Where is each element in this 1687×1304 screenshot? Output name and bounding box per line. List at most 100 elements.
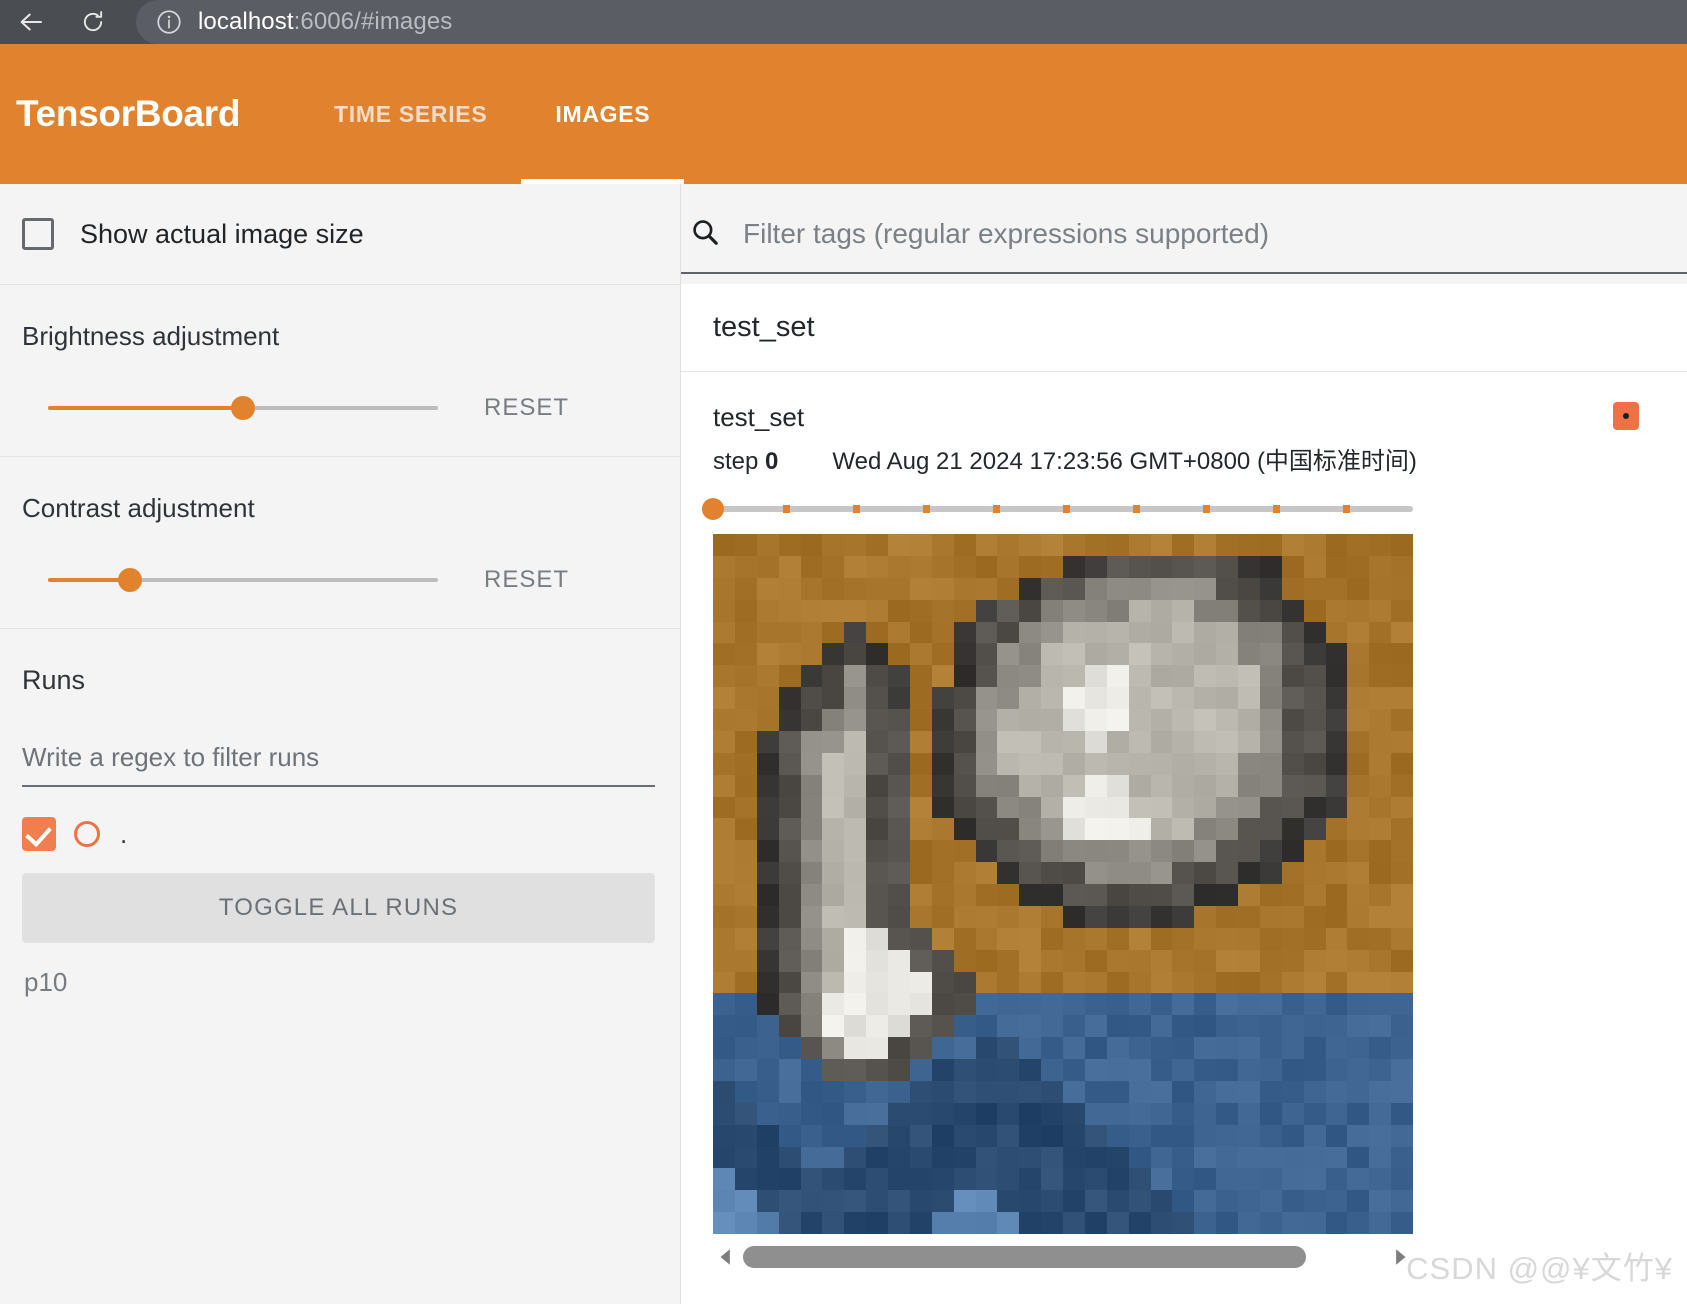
image-pixel — [1084, 905, 1107, 928]
image-viewport[interactable] — [713, 534, 1413, 1234]
image-pixel — [1194, 555, 1217, 578]
image-pixel — [1106, 1037, 1129, 1059]
image-pixel — [1063, 1124, 1085, 1147]
image-pixel — [1281, 971, 1304, 994]
tag-group-name[interactable]: test_set — [681, 284, 1687, 372]
runs-filter-input[interactable] — [22, 742, 655, 787]
image-pixel — [1106, 927, 1129, 950]
image-pixel — [1150, 1146, 1173, 1169]
image-pixel — [1128, 1037, 1151, 1059]
image-pixel — [888, 1080, 910, 1103]
run-checkbox[interactable] — [22, 817, 56, 851]
image-pixel — [975, 1080, 998, 1103]
contrast-slider[interactable] — [48, 567, 438, 593]
image-pixel — [1216, 1190, 1238, 1213]
step-slider-tick — [1063, 505, 1070, 513]
image-pixel — [756, 1168, 779, 1191]
image-pixel — [1238, 993, 1260, 1016]
image-pixel — [931, 730, 954, 753]
image-pixel — [866, 1168, 888, 1191]
app-title: TensorBoard — [16, 93, 241, 134]
image-pixel — [1172, 1037, 1195, 1059]
step-slider-thumb[interactable] — [702, 498, 724, 520]
image-pixel — [975, 555, 998, 578]
image-pixel — [866, 971, 888, 994]
image-pixel — [734, 1080, 757, 1103]
image-pixel — [822, 840, 845, 863]
image-pixel — [778, 1124, 801, 1147]
image-pixel — [713, 1146, 735, 1169]
image-pixel — [1325, 1059, 1348, 1081]
browser-reload-button[interactable] — [62, 0, 124, 44]
image-pixel — [1128, 1102, 1151, 1125]
brightness-slider-thumb[interactable] — [231, 396, 255, 420]
browser-back-button[interactable] — [0, 0, 62, 44]
image-pixel — [1259, 774, 1282, 797]
image-pixel — [822, 993, 845, 1016]
image-pixel — [844, 884, 867, 906]
image-pixel — [734, 905, 757, 928]
image-pixel — [1369, 884, 1392, 906]
browser-address-bar[interactable]: localhost:6006/#images — [136, 0, 1687, 44]
image-pixel — [1106, 665, 1129, 688]
image-pixel — [1303, 905, 1326, 928]
show-actual-image-size-toggle[interactable]: Show actual image size — [0, 184, 680, 284]
image-pixel — [997, 905, 1020, 928]
image-pixel — [1303, 1124, 1326, 1147]
image-pixel — [713, 949, 735, 972]
image-pixel — [713, 1015, 735, 1038]
image-pixel — [734, 709, 757, 731]
image-pixel — [866, 621, 888, 644]
image-pixel — [997, 1190, 1020, 1213]
image-pixel — [931, 927, 954, 950]
contrast-reset-button[interactable]: RESET — [484, 566, 569, 594]
brightness-reset-button[interactable]: RESET — [484, 394, 569, 422]
image-pixel — [997, 1146, 1020, 1169]
image-pixel — [1019, 599, 1042, 622]
image-pixel — [1084, 927, 1107, 950]
image-pixel — [1325, 1124, 1348, 1147]
image-pixel — [931, 905, 954, 928]
info-circle-icon[interactable] — [152, 5, 186, 39]
image-pixel — [888, 971, 910, 994]
image-pixel — [1391, 730, 1413, 753]
image-pixel — [1216, 1037, 1238, 1059]
image-pixel — [1019, 1124, 1042, 1147]
image-pixel — [953, 1080, 976, 1103]
image-pixel — [1041, 577, 1063, 600]
image-pixel — [1019, 577, 1042, 600]
image-pixel — [1194, 1102, 1217, 1125]
run-list-item[interactable]: . — [22, 813, 658, 855]
contrast-slider-thumb[interactable] — [117, 568, 142, 592]
image-pixel — [888, 709, 910, 731]
brightness-slider[interactable] — [48, 395, 438, 421]
image-pixel — [1391, 971, 1413, 994]
show-actual-image-size-checkbox[interactable] — [22, 218, 54, 250]
toggle-all-runs-button[interactable]: TOGGLE ALL RUNS — [22, 873, 655, 943]
scroll-left-arrow-icon[interactable] — [713, 1244, 739, 1270]
pin-badge-icon[interactable] — [1613, 402, 1639, 430]
image-pixel — [1369, 949, 1392, 972]
image-pixel — [734, 949, 757, 972]
image-pixel — [1194, 1015, 1217, 1038]
image-pixel — [1369, 534, 1392, 556]
image-pixel — [931, 599, 954, 622]
image-pixel — [975, 840, 998, 863]
image-pixel — [822, 752, 845, 775]
image-pixel — [1303, 534, 1326, 556]
image-pixel — [1041, 1080, 1063, 1103]
tag-filter-input[interactable] — [741, 217, 1641, 251]
tab-time-series[interactable]: TIME SERIES — [300, 44, 521, 184]
image-pixel — [931, 534, 954, 556]
image-pixel — [1194, 709, 1217, 731]
tab-images[interactable]: IMAGES — [521, 44, 685, 184]
image-pixel — [1303, 687, 1326, 709]
image-pixel — [822, 1037, 845, 1059]
image-pixel — [822, 730, 845, 753]
image-horizontal-scrollbar[interactable] — [713, 1240, 1413, 1274]
step-slider[interactable] — [702, 498, 1413, 520]
scrollbar-thumb[interactable] — [743, 1246, 1307, 1268]
image-pixel — [1084, 1102, 1107, 1125]
image-pixel — [975, 1212, 998, 1234]
scrollbar-track[interactable] — [743, 1246, 1383, 1268]
